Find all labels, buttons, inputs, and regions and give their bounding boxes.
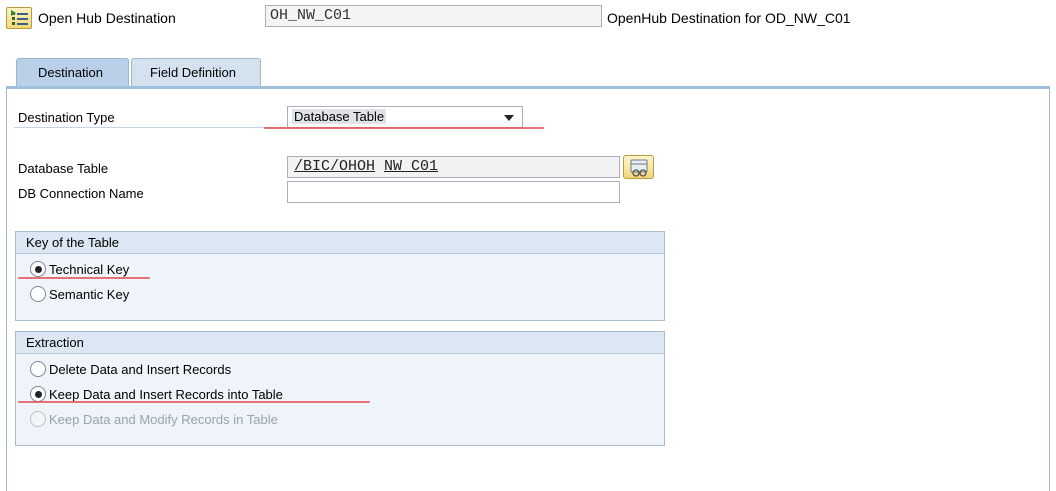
- database-table-field[interactable]: /BIC/OHOH NW C01: [287, 156, 620, 178]
- database-table-prefix: /BIC/OHOH: [294, 158, 376, 175]
- destination-id-field[interactable]: OH_NW_C01: [265, 5, 602, 27]
- label-divider: [14, 127, 286, 128]
- radio-button-icon[interactable]: [30, 286, 46, 302]
- destination-type-dropdown[interactable]: Database Table: [287, 106, 523, 128]
- annotation-underline: [18, 277, 150, 279]
- database-table-label: Database Table: [18, 161, 109, 176]
- tab-field-definition[interactable]: Field Definition: [131, 58, 261, 86]
- radio-technical-key-label: Technical Key: [49, 261, 130, 277]
- radio-button-icon[interactable]: [30, 361, 46, 377]
- destination-description: OpenHub Destination for OD_NW_C01: [607, 10, 851, 26]
- radio-semantic-key-label: Semantic Key: [49, 286, 130, 302]
- radio-button-icon: [30, 411, 46, 427]
- annotation-underline: [264, 127, 544, 129]
- radio-button-icon[interactable]: [30, 261, 46, 277]
- key-of-table-title: Key of the Table: [16, 232, 664, 254]
- radio-keep-insert-label: Keep Data and Insert Records into Table: [49, 386, 283, 402]
- radio-keep-modify-label: Keep Data and Modify Records in Table: [49, 411, 278, 427]
- extraction-title: Extraction: [16, 332, 664, 354]
- header-object-type-label: Open Hub Destination: [38, 10, 176, 26]
- key-of-table-group: Key of the Table Technical Key Semantic …: [15, 231, 665, 321]
- open-hub-destination-icon-glyph: [11, 10, 28, 25]
- chevron-down-icon[interactable]: [504, 115, 514, 121]
- tab-destination[interactable]: Destination: [16, 58, 129, 86]
- radio-technical-key[interactable]: Technical Key: [30, 259, 129, 279]
- extraction-group: Extraction Delete Data and Insert Record…: [15, 331, 665, 446]
- radio-delete-insert[interactable]: Delete Data and Insert Records: [30, 359, 231, 379]
- db-connection-field[interactable]: [287, 181, 620, 203]
- destination-type-label: Destination Type: [18, 110, 115, 125]
- radio-semantic-key[interactable]: Semantic Key: [30, 284, 129, 304]
- radio-delete-insert-label: Delete Data and Insert Records: [49, 361, 232, 377]
- destination-type-value: Database Table: [292, 109, 387, 124]
- glasses-table-icon: [630, 159, 648, 177]
- database-table-suffix: NW C01: [384, 158, 439, 175]
- display-table-button[interactable]: [623, 155, 654, 179]
- radio-keep-modify: Keep Data and Modify Records in Table: [30, 409, 278, 429]
- annotation-underline: [18, 401, 370, 403]
- open-hub-destination-icon[interactable]: [6, 7, 32, 29]
- radio-button-icon[interactable]: [30, 386, 46, 402]
- db-connection-label: DB Connection Name: [18, 186, 144, 201]
